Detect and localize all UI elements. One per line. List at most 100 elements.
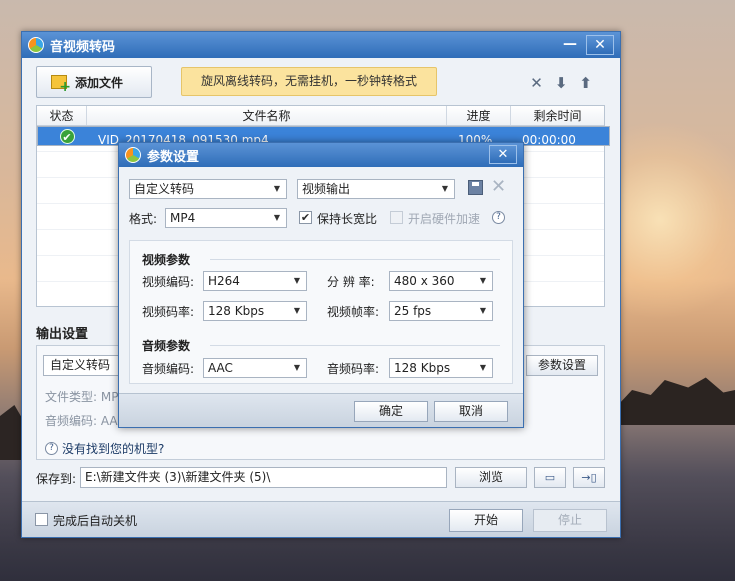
folder-icon: ▭ [544, 471, 556, 484]
bottom-bar: 完成后自动关机 开始 停止 [22, 501, 620, 537]
video-bitrate-select[interactable]: 128 Kbps ▼ [203, 301, 307, 321]
hw-accel-label: 开启硬件加速 [408, 212, 481, 226]
audio-codec-label: 音频编码: [45, 414, 98, 428]
ok-button[interactable]: 确定 [354, 401, 428, 422]
audio-bitrate-value: 128 Kbps [394, 361, 451, 375]
question-icon: ? [45, 442, 58, 455]
minimize-button[interactable]: — [556, 35, 584, 55]
save-path-input[interactable]: E:\新建文件夹 (3)\新建文件夹 (5)\ [80, 467, 447, 488]
hw-accel-checkbox[interactable] [390, 211, 403, 224]
audio-codec-select[interactable]: AAC ▼ [203, 358, 307, 378]
divider [210, 345, 500, 346]
output-settings-label: 输出设置 [36, 327, 89, 342]
output-type-select[interactable]: 视频输出 ▼ [297, 179, 455, 199]
chevron-down-icon: ▼ [479, 363, 486, 372]
audio-bitrate-label: 音频码率: [327, 362, 380, 376]
header-remaining[interactable]: 剩余时间 [511, 106, 604, 125]
window-title: 音视频转码 [50, 39, 116, 55]
chevron-down-icon: ▼ [479, 276, 486, 285]
resolution-label: 分 辨 率: [327, 275, 375, 289]
audio-codec-value: AAC [208, 361, 233, 375]
app-logo-icon [28, 37, 44, 53]
chevron-down-icon: ▼ [273, 213, 280, 222]
output-type-value: 视频输出 [302, 182, 351, 196]
fps-label: 视频帧率: [327, 305, 380, 319]
add-file-button[interactable]: 添加文件 [36, 66, 152, 98]
cancel-button[interactable]: 取消 [434, 401, 508, 422]
chevron-down-icon: ▼ [293, 363, 300, 372]
keep-ratio-label: 保持长宽比 [317, 212, 378, 226]
preset-value: 自定义转码 [134, 182, 195, 196]
format-select[interactable]: MP4 ▼ [165, 208, 287, 228]
resolution-value: 480 x 360 [394, 274, 455, 288]
video-bitrate-value: 128 Kbps [208, 304, 265, 318]
move-up-icon[interactable]: ⬆ [579, 74, 592, 92]
video-codec-value: H264 [208, 274, 240, 288]
device-help-text: 没有找到您的机型? [62, 442, 165, 456]
header-status[interactable]: 状态 [37, 106, 87, 125]
fps-select[interactable]: 25 fps ▼ [389, 301, 493, 321]
dialog-logo-icon [125, 147, 141, 163]
check-icon: ✔ [59, 128, 75, 144]
desktop-rocks [618, 377, 735, 425]
audio-codec-label: 音频编码: [142, 362, 195, 376]
move-down-icon[interactable]: ⬇ [555, 74, 568, 92]
browse-button[interactable]: 浏览 [455, 467, 527, 488]
row-status: ✔ [42, 127, 92, 145]
video-params-title: 视频参数 [142, 253, 191, 267]
promo-banner[interactable]: 旋风离线转码，无需挂机，一秒钟转格式 [181, 67, 437, 96]
output-preset-select[interactable]: 自定义转码 [43, 355, 127, 376]
audio-bitrate-select[interactable]: 128 Kbps ▼ [389, 358, 493, 378]
chevron-down-icon: ▼ [293, 306, 300, 315]
save-label: 保存到: [36, 472, 77, 486]
dialog-titlebar[interactable]: 参数设置 [119, 143, 523, 167]
row-remaining: 00:00:00 [522, 133, 576, 145]
start-button[interactable]: 开始 [449, 509, 523, 532]
video-bitrate-label: 视频码率: [142, 305, 195, 319]
auto-shutdown-label: 完成后自动关机 [53, 514, 138, 528]
param-settings-button[interactable]: 参数设置 [526, 355, 598, 376]
fps-value: 25 fps [394, 304, 432, 318]
preset-select[interactable]: 自定义转码 ▼ [129, 179, 287, 199]
chevron-down-icon: ▼ [479, 306, 486, 315]
dialog-button-bar: 确定 取消 [119, 393, 523, 427]
chevron-down-icon: ▼ [441, 184, 448, 193]
add-folder-icon [51, 75, 71, 95]
file-type-value: MP [100, 390, 119, 404]
chevron-down-icon: ▼ [293, 276, 300, 285]
audio-params-title: 音频参数 [142, 339, 191, 353]
video-codec-select[interactable]: H264 ▼ [203, 271, 307, 291]
export-to-device-button[interactable]: →▯ [573, 467, 605, 488]
params-panel: 视频参数 视频编码: H264 ▼ 分 辨 率: 480 x 360 ▼ 视频码… [129, 240, 513, 384]
toolbar: 添加文件 旋风离线转码，无需挂机，一秒钟转格式 ✕ ⬇ ⬆ [36, 66, 610, 98]
file-type-label: 文件类型: [45, 390, 98, 404]
chevron-down-icon: ▼ [273, 184, 280, 193]
file-type-line: 文件类型: MP [45, 388, 118, 405]
header-filename[interactable]: 文件名称 [87, 106, 447, 125]
close-button[interactable]: ✕ [586, 35, 614, 55]
device-export-icon: →▯ [581, 471, 597, 484]
format-label: 格式: [129, 212, 158, 226]
param-settings-dialog: 参数设置 ✕ 自定义转码 ▼ 视频输出 ▼ ✕ 格式: MP4 ▼ ✔ 保持长宽… [118, 142, 524, 428]
save-row: 保存到: E:\新建文件夹 (3)\新建文件夹 (5)\ 浏览 ▭ →▯ [36, 467, 605, 489]
remove-icon[interactable]: ✕ [530, 74, 543, 92]
hw-accel-help-icon[interactable]: ? [492, 211, 505, 224]
save-preset-icon[interactable] [468, 180, 483, 195]
dialog-close-button[interactable]: ✕ [489, 145, 517, 164]
video-codec-label: 视频编码: [142, 275, 195, 289]
main-titlebar[interactable]: 音视频转码 — ✕ [22, 32, 620, 58]
format-value: MP4 [170, 211, 196, 225]
auto-shutdown-checkbox[interactable] [35, 513, 48, 526]
table-header: 状态 文件名称 进度 剩余时间 [37, 106, 604, 126]
device-help-link[interactable]: ? 没有找到您的机型? [45, 440, 164, 457]
audio-codec-value: AA [100, 414, 118, 428]
dialog-title: 参数设置 [147, 149, 200, 165]
delete-preset-icon[interactable]: ✕ [491, 176, 506, 197]
stop-button[interactable]: 停止 [533, 509, 607, 532]
resolution-select[interactable]: 480 x 360 ▼ [389, 271, 493, 291]
audio-codec-line: 音频编码: AA [45, 412, 118, 429]
header-progress[interactable]: 进度 [447, 106, 511, 125]
keep-ratio-checkbox[interactable]: ✔ [299, 211, 312, 224]
divider [210, 259, 500, 260]
open-folder-button[interactable]: ▭ [534, 467, 566, 488]
